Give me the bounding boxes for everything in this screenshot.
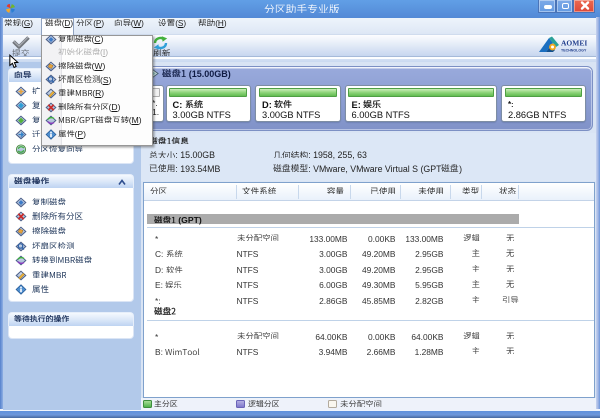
svg-text:AOMEI: AOMEI: [561, 39, 587, 48]
svg-text:TECHNOLOGY: TECHNOLOGY: [561, 49, 587, 53]
